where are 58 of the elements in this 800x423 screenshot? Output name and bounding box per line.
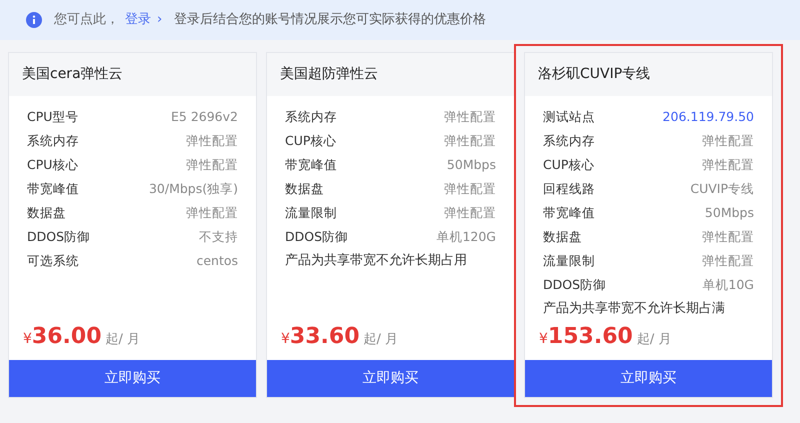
spec-value: 弹性配置: [702, 156, 754, 174]
spec-label: 测试站点: [543, 108, 595, 126]
banner-message: 登录后结合您的账号情况展示您可实际获得的优惠价格: [174, 11, 486, 30]
spec-label: 带宽峰值: [27, 180, 79, 198]
spec-value: 50Mbps: [704, 204, 754, 222]
spec-value: 弹性配置: [702, 132, 754, 150]
spec-label: 流量限制: [543, 252, 595, 270]
banner-text: 您可点此，: [54, 11, 119, 30]
spec-value: 弹性配置: [186, 156, 238, 174]
spec-value: 弹性配置: [444, 204, 496, 222]
spec-label: DDOS防御: [285, 228, 348, 246]
buy-button[interactable]: 立即购买: [267, 360, 514, 397]
spec-label: 带宽峰值: [285, 156, 337, 174]
spec-value: 弹性配置: [444, 108, 496, 126]
info-icon: [26, 12, 42, 28]
spec-label: 数据盘: [543, 228, 582, 246]
spec-label: 可选系统: [27, 252, 79, 270]
spec-label: CPU核心: [27, 156, 78, 174]
spec-value: E5 2696v2: [171, 108, 238, 126]
card-title: 洛杉矶CUVIP专线: [538, 65, 650, 84]
spec-label: 系统内存: [543, 132, 595, 150]
spec-label: 数据盘: [285, 180, 324, 198]
login-link[interactable]: 登录: [125, 10, 151, 30]
spec-value: 弹性配置: [444, 180, 496, 198]
card-title: 美国超防弹性云: [280, 65, 378, 84]
buy-button[interactable]: 立即购买: [9, 360, 256, 397]
spec-value: 不支持: [199, 228, 238, 246]
spec-value: 弹性配置: [702, 228, 754, 246]
spec-label: 系统内存: [27, 132, 79, 150]
spec-label: 流量限制: [285, 204, 337, 222]
price-text: ¥153.60 起/ 月: [538, 326, 672, 351]
spec-label: CPU型号: [27, 108, 78, 126]
note-text: 产品为共享带宽不允许长期占满: [543, 300, 726, 318]
spec-label: 系统内存: [285, 108, 337, 126]
spec-value: 弹性配置: [186, 132, 238, 150]
buy-button[interactable]: 立即购买: [525, 360, 772, 397]
spec-value: 50Mbps: [446, 156, 496, 174]
spec-value: CUVIP专线: [690, 180, 754, 198]
price-text: ¥33.60 起/ 月: [280, 326, 400, 351]
spec-value: 30/Mbps(独享): [148, 180, 238, 198]
spec-label: DDOS防御: [27, 228, 90, 246]
note-text: 产品为共享带宽不允许长期占用: [285, 252, 468, 270]
price-text: ¥36.00 起/ 月: [22, 326, 142, 351]
spec-value: 单机120G: [436, 228, 496, 246]
site-link[interactable]: 206.119.79.50: [662, 108, 754, 126]
spec-value: 弹性配置: [702, 252, 754, 270]
spec-value: centos: [196, 252, 238, 270]
spec-value: 弹性配置: [186, 204, 238, 222]
spec-label: 回程线路: [543, 180, 595, 198]
spec-label: 带宽峰值: [543, 204, 595, 222]
spec-label: CUP核心: [543, 156, 594, 174]
spec-label: 数据盘: [27, 204, 66, 222]
spec-value: 弹性配置: [444, 132, 496, 150]
card-title: 美国cera弹性云: [22, 65, 123, 84]
spec-value: 单机10G: [702, 276, 754, 294]
spec-label: DDOS防御: [543, 276, 606, 294]
spec-label: CUP核心: [285, 132, 336, 150]
chevron-icon: ›: [157, 10, 162, 30]
